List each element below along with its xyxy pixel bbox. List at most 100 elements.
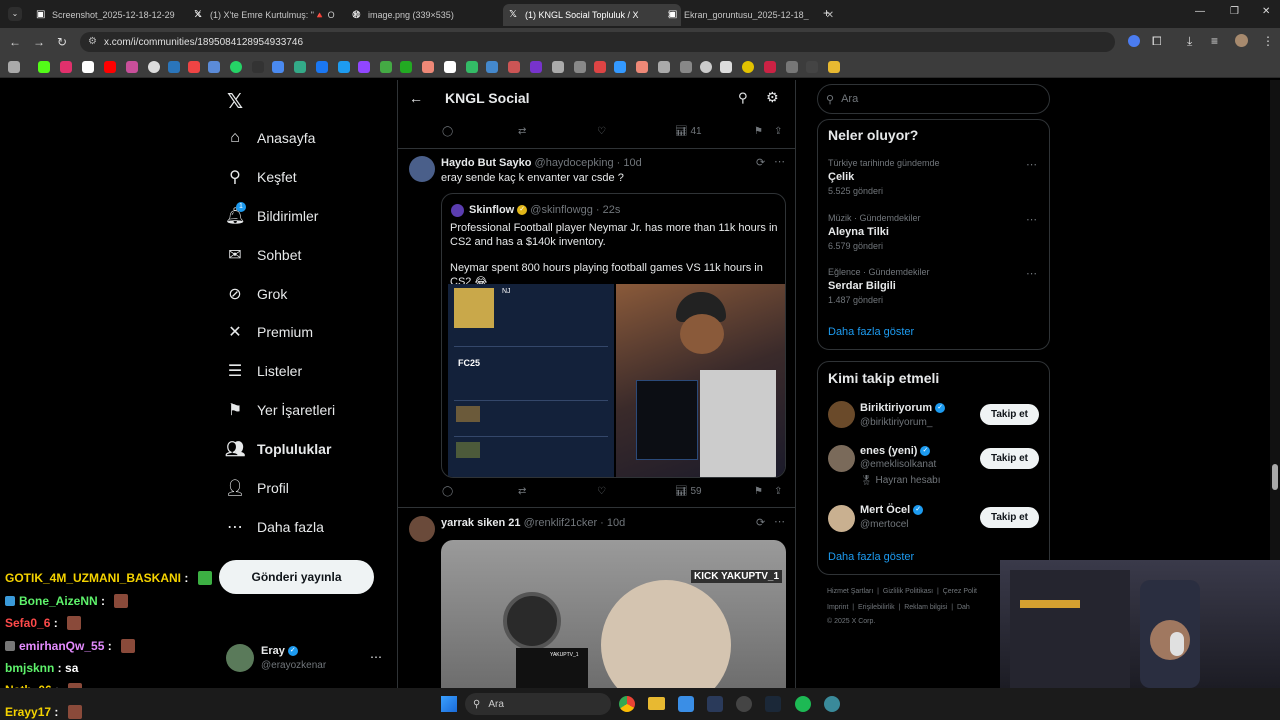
globe-icon[interactable] <box>824 696 840 712</box>
like-icon[interactable]: ♡ <box>597 126 606 137</box>
nav-communities[interactable]: 👥︎ Topluluklar <box>225 434 331 464</box>
like-icon[interactable]: ♡ <box>597 486 606 497</box>
bookmark-icon[interactable] <box>316 61 328 73</box>
post-time[interactable]: · 10d <box>617 157 642 169</box>
app-icon[interactable] <box>736 696 752 712</box>
nav-home[interactable]: ⌂ Anasayfa <box>225 123 315 153</box>
back-icon[interactable]: ← <box>9 35 21 49</box>
steam-icon[interactable] <box>765 696 781 712</box>
scrollbar-thumb[interactable] <box>1272 464 1278 490</box>
bookmark-icon[interactable] <box>444 61 456 73</box>
grok-icon[interactable]: ⟳ <box>756 516 765 529</box>
bookmark-icon[interactable] <box>594 61 606 73</box>
bookmark-icon[interactable] <box>294 61 306 73</box>
tab-1[interactable]: 𝕏 (1) X'te Emre Kurtulmuş: "🔺 O ✕ <box>188 4 366 26</box>
bookmark-icon[interactable] <box>466 61 478 73</box>
bookmark-icon[interactable] <box>38 61 50 73</box>
views-stat[interactable]: 📊︎ 59 <box>675 486 702 497</box>
bookmark-icon[interactable] <box>104 61 116 73</box>
more-icon[interactable]: ⋯ <box>1026 213 1037 226</box>
chrome-icon[interactable] <box>619 696 635 712</box>
taskbar-search[interactable]: ⚲ Ara <box>465 693 611 715</box>
tab-search-button[interactable]: ⌄ <box>8 7 22 21</box>
share-icon[interactable]: ⇪ <box>774 126 782 137</box>
reply-icon[interactable]: ◯ <box>442 486 453 497</box>
explorer-icon[interactable] <box>648 697 665 710</box>
search-icon[interactable]: ⚲ <box>738 90 748 106</box>
avatar[interactable] <box>409 156 435 182</box>
tab-4[interactable]: ▣ Ekran_goruntusu_2025-12-18_ ✕ <box>662 4 840 26</box>
tab-0[interactable]: ▣ Screenshot_2025-12-18-12-29 ✕ <box>30 4 208 26</box>
views-stat[interactable]: 📊︎ 41 <box>675 126 702 137</box>
bookmark-icon[interactable] <box>208 61 220 73</box>
nav-more[interactable]: ⋯ Daha fazla <box>225 512 324 542</box>
footer-link[interactable]: Reklam bilgisi <box>904 604 947 611</box>
more-icon[interactable]: ⋯ <box>370 650 382 664</box>
media-icon[interactable]: ≡ <box>1211 34 1218 48</box>
bookmark-icon[interactable] <box>700 61 712 73</box>
bookmark-icon[interactable] <box>508 61 520 73</box>
site-info-icon[interactable]: ⚙ <box>88 36 97 47</box>
bookmark-icon[interactable] <box>786 61 798 73</box>
author-name[interactable]: Haydo But Sayko <box>441 157 531 169</box>
nav-bookmarks[interactable]: ⚑ Yer İşaretleri <box>225 395 335 425</box>
bookmark-icon[interactable] <box>126 61 138 73</box>
bookmark-icon[interactable] <box>658 61 670 73</box>
footer-link[interactable]: Gizlilik Politikası <box>883 588 933 595</box>
nav-premium[interactable]: ✕ Premium <box>225 317 313 347</box>
bookmark-icon[interactable] <box>422 61 434 73</box>
footer-link[interactable]: Erişilebilirlik <box>858 604 895 611</box>
footer-link[interactable]: Hizmet Şartları <box>827 588 873 595</box>
tab-2[interactable]: ◍image.png (339×535)✕ <box>346 4 524 26</box>
follow-button[interactable]: Takip et <box>980 507 1039 528</box>
window-close-icon[interactable]: ✕ <box>1262 6 1270 17</box>
bookmark-icon[interactable] <box>188 61 200 73</box>
avatar[interactable] <box>828 445 855 472</box>
show-more-link[interactable]: Daha fazla göster <box>828 551 914 563</box>
show-more-link[interactable]: Daha fazla göster <box>828 326 914 338</box>
avatar[interactable] <box>1235 34 1248 47</box>
tab-3[interactable]: 𝕏 (1) KNGL Social Topluluk / X ✕ <box>503 4 681 26</box>
avatar[interactable] <box>828 401 855 428</box>
bookmark-icon[interactable] <box>82 61 94 73</box>
bookmark-icon[interactable] <box>530 61 542 73</box>
more-icon[interactable]: ⋯ <box>1026 158 1037 171</box>
bookmark-icon[interactable] <box>574 61 586 73</box>
grok-icon[interactable]: ⟳ <box>756 156 765 169</box>
folder-icon[interactable] <box>828 61 840 73</box>
bookmark-icon[interactable] <box>338 61 350 73</box>
bookmark-icon[interactable] <box>720 61 732 73</box>
nav-profile[interactable]: 👤︎ Profil <box>225 473 289 503</box>
account-switcher[interactable]: Eray ✓ <box>261 645 298 657</box>
bookmark-icon[interactable] <box>552 61 564 73</box>
follow-name[interactable]: Mert Öcel ✓ <box>860 504 924 516</box>
author-handle[interactable]: @renklif21cker <box>524 517 598 529</box>
bookmark-icon[interactable] <box>272 61 284 73</box>
bookmark-icon[interactable] <box>380 61 392 73</box>
spotify-icon[interactable] <box>795 696 811 712</box>
reload-icon[interactable]: ↻ <box>57 35 67 49</box>
quote-tweet[interactable]: Skinflow ✓ @skinflowgg · 22s Professional… <box>441 193 786 478</box>
share-icon[interactable]: ⇪ <box>774 486 782 497</box>
bookmark-icon[interactable] <box>358 61 370 73</box>
maximize-icon[interactable]: ❐ <box>1230 6 1239 17</box>
trend-item[interactable]: Eğlence · Gündemdekiler Serdar Bilgili 1… <box>828 267 1038 305</box>
repost-icon[interactable]: ⇄ <box>518 126 526 137</box>
bookmark-icon[interactable] <box>400 61 412 73</box>
more-icon[interactable]: ⋯ <box>1026 267 1037 280</box>
photos-icon[interactable] <box>678 696 694 712</box>
nav-chat[interactable]: ✉ Sohbet <box>225 240 301 270</box>
search-input[interactable]: ⚲ Ara <box>817 84 1050 114</box>
bookmark-icon[interactable]: ⚑ <box>754 486 763 497</box>
nav-notifications[interactable]: 🔔︎ 1 Bildirimler <box>225 201 318 231</box>
extension-icon[interactable] <box>1128 35 1140 47</box>
forward-icon[interactable]: → <box>33 35 45 49</box>
apps-icon[interactable] <box>8 61 20 73</box>
app-icon[interactable] <box>707 696 723 712</box>
bookmark-icon[interactable] <box>148 61 160 73</box>
bookmark-icon[interactable] <box>486 61 498 73</box>
follow-button[interactable]: Takip et <box>980 448 1039 469</box>
bookmark-icon[interactable] <box>168 61 180 73</box>
video-player[interactable]: KICK YAKUPTV_1 YAKUPTV_1 <box>441 540 786 688</box>
bookmark-icon[interactable] <box>252 61 264 73</box>
